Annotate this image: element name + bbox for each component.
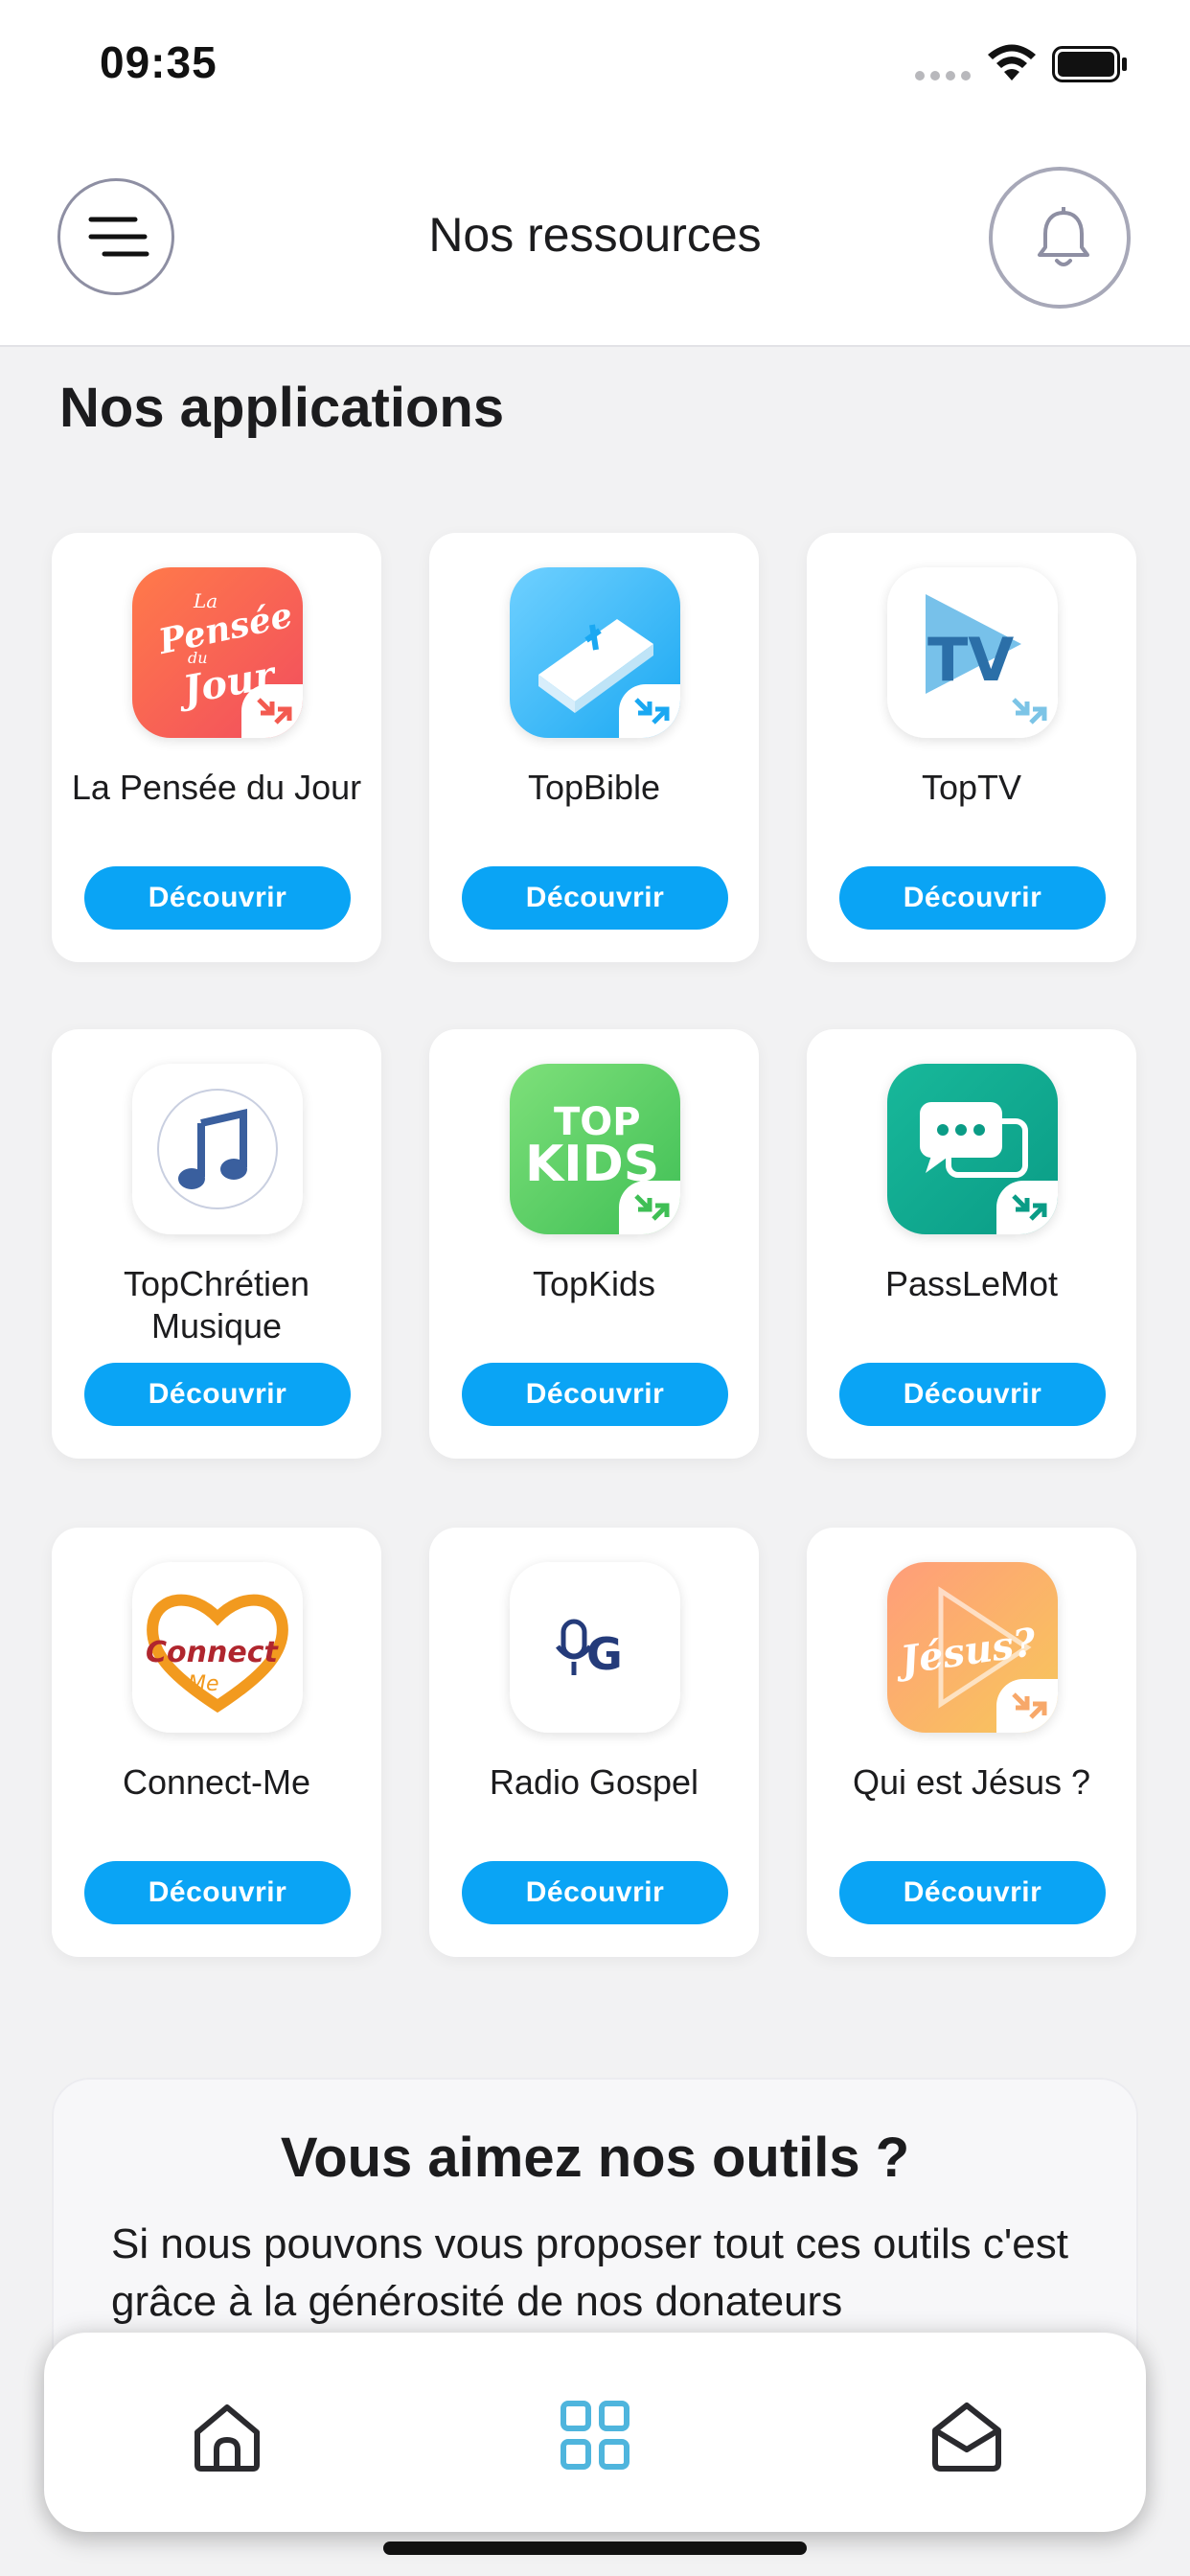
svg-text:Connect: Connect (146, 1636, 279, 1669)
status-bar: 09:35 (0, 0, 1190, 134)
discover-button[interactable]: Découvrir (84, 866, 351, 930)
home-icon[interactable] (184, 2392, 270, 2478)
status-time: 09:35 (100, 37, 217, 87)
app-name: Qui est Jésus ? (852, 1762, 1091, 1802)
battery-icon (1052, 46, 1127, 82)
app-name: Radio Gospel (489, 1762, 699, 1802)
discover-button[interactable]: Découvrir (462, 1861, 728, 1924)
discover-button[interactable]: Découvrir (462, 1363, 728, 1426)
app-name: PassLeMot (884, 1264, 1059, 1303)
app-card-toptv: TV TopTV Découvrir (807, 533, 1136, 962)
chat-bubbles-icon (887, 1064, 1058, 1234)
svg-text:Pensée: Pensée (154, 595, 296, 663)
toptv-icon: TV (887, 567, 1058, 738)
grid-icon[interactable] (552, 2392, 638, 2478)
section-title: Nos applications (59, 377, 505, 439)
app-name: TopBible (527, 768, 661, 807)
home-indicator (383, 2542, 807, 2555)
app-card-la-pensee-du-jour: La Pensée du Jour La Pensée du Jour Déco… (52, 533, 381, 962)
app-name: TopTV (921, 768, 1022, 807)
cellular-signal-icon (915, 71, 971, 80)
app-name: La Pensée du Jour (71, 768, 362, 807)
app-card-topchretien-musique: TopChrétien Musique Découvrir (52, 1029, 381, 1459)
discover-button[interactable]: Découvrir (839, 1861, 1106, 1924)
app-card-passlemot: PassLeMot Découvrir (807, 1029, 1136, 1459)
svg-text:Me: Me (188, 1672, 219, 1696)
discover-button[interactable]: Découvrir (839, 1363, 1106, 1426)
discover-button[interactable]: Découvrir (462, 866, 728, 930)
app-card-connect-me: Connect Me Connect-Me Découvrir (52, 1528, 381, 1957)
app-name: TopChrétien Musique (123, 1264, 310, 1346)
svg-text:G: G (586, 1628, 623, 1680)
svg-text:Jésus?: Jésus? (891, 1620, 1040, 1684)
app-name: TopKids (532, 1264, 656, 1303)
app-card-topkids: TOP KIDS TopKids Découvrir (429, 1029, 759, 1459)
app-card-topbible: TopBible Découvrir (429, 533, 759, 962)
inbox-icon[interactable] (924, 2392, 1010, 2478)
app-name: Connect-Me (122, 1762, 311, 1802)
radio-gospel-icon: G (510, 1562, 680, 1733)
bible-icon (510, 567, 680, 738)
topkids-icon: TOP KIDS (510, 1064, 680, 1234)
discover-button[interactable]: Découvrir (84, 1861, 351, 1924)
bottom-navigation (44, 2333, 1146, 2532)
connect-me-icon: Connect Me (132, 1562, 303, 1733)
notifications-button[interactable] (989, 167, 1131, 309)
app-card-qui-est-jesus: Jésus? Qui est Jésus ? Découvrir (807, 1528, 1136, 1957)
promo-text: Si nous pouvons vous proposer tout ces o… (111, 2220, 1068, 2325)
wifi-icon (988, 44, 1036, 80)
discover-button[interactable]: Découvrir (84, 1363, 351, 1426)
discover-button[interactable]: Découvrir (839, 866, 1106, 930)
svg-text:TV: TV (927, 625, 1014, 695)
app-card-radio-gospel: G Radio Gospel Découvrir (429, 1528, 759, 1957)
bell-icon (1038, 207, 1089, 266)
la-pensee-du-jour-icon: La Pensée du Jour (132, 567, 303, 738)
svg-text:La: La (193, 589, 217, 612)
app-header: Nos ressources (0, 134, 1190, 347)
music-note-icon (132, 1064, 303, 1234)
promo-title: Vous aimez nos outils ? (280, 2127, 910, 2189)
qui-est-jesus-icon: Jésus? (887, 1562, 1058, 1733)
